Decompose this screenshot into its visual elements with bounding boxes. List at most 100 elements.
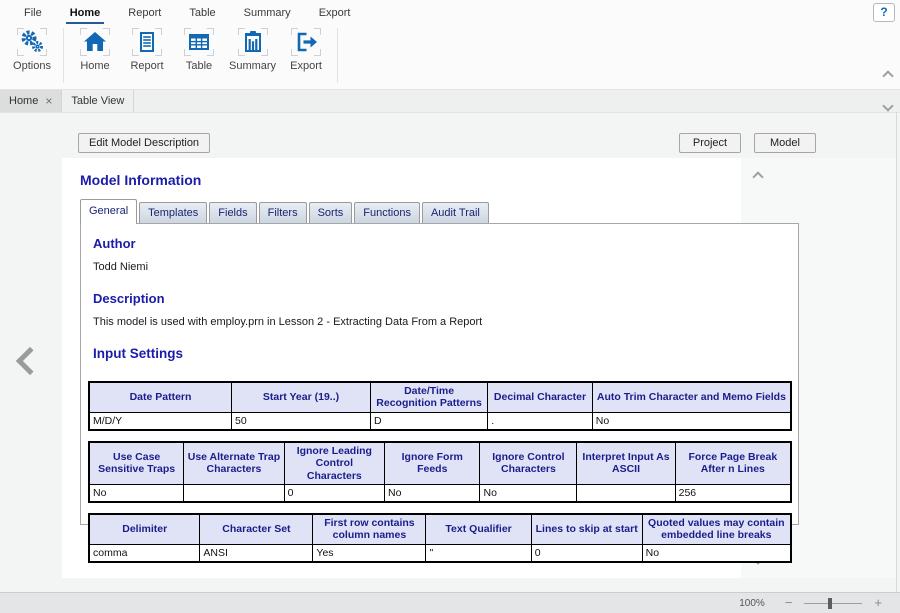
column-header: Start Year (19..) bbox=[232, 382, 371, 412]
value-cell: . bbox=[488, 412, 593, 430]
column-header: Auto Trim Character and Memo Fields bbox=[592, 382, 791, 412]
chevron-up-icon bbox=[882, 70, 893, 81]
model-tab-functions[interactable]: Functions bbox=[354, 202, 420, 223]
document-tab-label: Table View bbox=[71, 95, 124, 107]
home-ribbon-button[interactable]: Home bbox=[69, 28, 121, 72]
value-cell: comma bbox=[89, 544, 200, 562]
table-header-row: DelimiterCharacter SetFirst row contains… bbox=[89, 514, 791, 544]
value-cell: D bbox=[370, 412, 487, 430]
column-header: Use Alternate Trap Characters bbox=[184, 442, 284, 485]
document-tabbar: Home × Table View bbox=[0, 90, 900, 113]
value-cell: 50 bbox=[232, 412, 371, 430]
column-header: Ignore Leading Control Characters bbox=[284, 442, 384, 485]
menu-items: File Home Report Table Summary Export bbox=[10, 3, 364, 24]
summary-ribbon-button[interactable]: Summary bbox=[225, 28, 280, 72]
value-cell bbox=[577, 484, 675, 502]
general-tab-panel: Author Todd Niemi Description This model… bbox=[80, 223, 799, 525]
document-tabs: Home × Table View bbox=[0, 90, 134, 112]
menu-report[interactable]: Report bbox=[124, 3, 165, 24]
ribbon-button-label: Home bbox=[80, 60, 109, 72]
column-header: First row contains column names bbox=[313, 514, 426, 544]
help-button[interactable]: ? bbox=[873, 3, 895, 22]
description-heading: Description bbox=[93, 291, 798, 306]
value-cell bbox=[184, 484, 284, 502]
report-ribbon-button[interactable]: Report bbox=[121, 28, 173, 72]
menu-table[interactable]: Table bbox=[185, 3, 219, 24]
model-tab-audit-trail[interactable]: Audit Trail bbox=[422, 202, 489, 223]
value-cell: No bbox=[385, 484, 480, 502]
column-header: Quoted values may contain embedded line … bbox=[642, 514, 791, 544]
options-ribbon-button[interactable]: Options bbox=[6, 28, 58, 72]
zoom-slider-handle[interactable] bbox=[828, 598, 832, 609]
scroll-up-chevron-icon[interactable] bbox=[752, 171, 763, 182]
column-header: Decimal Character bbox=[488, 382, 593, 412]
summary-clipboard-icon bbox=[238, 28, 268, 56]
model-information-panel: Model Information GeneralTemplatesFields… bbox=[62, 158, 803, 578]
model-tab-fields[interactable]: Fields bbox=[209, 202, 256, 223]
table-header-row: Date PatternStart Year (19..)Date/Time R… bbox=[89, 382, 791, 412]
chevron-down-icon bbox=[882, 100, 893, 111]
input-settings-table-2: Use Case Sensitive TrapsUse Alternate Tr… bbox=[88, 441, 792, 503]
menu-summary[interactable]: Summary bbox=[240, 3, 295, 24]
menu-file[interactable]: File bbox=[20, 3, 46, 24]
value-cell: M/D/Y bbox=[89, 412, 232, 430]
model-tab-general[interactable]: General bbox=[80, 199, 137, 224]
table-value-row: M/D/Y50D.No bbox=[89, 412, 791, 430]
value-cell: No bbox=[642, 544, 791, 562]
menu-home[interactable]: Home bbox=[66, 3, 105, 24]
collapse-ribbon-chevron-icon[interactable] bbox=[884, 67, 892, 85]
zoom-controls: 100% − + bbox=[739, 593, 882, 613]
description-value: This model is used with employ.prn in Le… bbox=[93, 316, 798, 328]
table-value-row: commaANSIYes"0No bbox=[89, 544, 791, 562]
ribbon-button-label: Summary bbox=[229, 60, 276, 72]
column-header: Force Page Break After n Lines bbox=[675, 442, 791, 485]
gears-icon bbox=[17, 28, 47, 56]
menu-export[interactable]: Export bbox=[315, 3, 355, 24]
model-tab-filters[interactable]: Filters bbox=[259, 202, 307, 223]
column-header: Date Pattern bbox=[89, 382, 232, 412]
table-header-row: Use Case Sensitive TrapsUse Alternate Tr… bbox=[89, 442, 791, 485]
right-edge-divider bbox=[896, 112, 897, 592]
application-window: File Home Report Table Summary Export ? Optio… bbox=[0, 0, 900, 613]
value-cell: No bbox=[480, 484, 577, 502]
ribbon-group-separator bbox=[63, 28, 64, 83]
value-cell: ANSI bbox=[200, 544, 313, 562]
ribbon-button-label: Report bbox=[130, 60, 163, 72]
previous-page-arrow[interactable] bbox=[20, 351, 40, 376]
input-settings-heading: Input Settings bbox=[93, 346, 798, 361]
column-header: Use Case Sensitive Traps bbox=[89, 442, 184, 485]
model-tab-sorts[interactable]: Sorts bbox=[309, 202, 353, 223]
zoom-slider[interactable] bbox=[804, 603, 862, 604]
zoom-out-button[interactable]: − bbox=[785, 597, 793, 609]
table-ribbon-button[interactable]: Table bbox=[173, 28, 225, 72]
close-tab-icon[interactable]: × bbox=[45, 96, 52, 106]
edit-model-description-button[interactable]: Edit Model Description bbox=[78, 133, 210, 153]
project-button[interactable]: Project bbox=[679, 133, 741, 153]
export-arrow-icon bbox=[291, 28, 321, 56]
export-ribbon-button[interactable]: Export bbox=[280, 28, 332, 72]
column-header: Text Qualifier bbox=[426, 514, 531, 544]
value-cell: Yes bbox=[313, 544, 426, 562]
home-icon bbox=[80, 28, 110, 56]
ribbon-button-label: Options bbox=[13, 60, 51, 72]
document-tab-label: Home bbox=[9, 95, 38, 107]
value-cell: 0 bbox=[531, 544, 642, 562]
zoom-in-button[interactable]: + bbox=[874, 597, 882, 609]
document-tab-home[interactable]: Home × bbox=[0, 90, 62, 112]
ribbon-group-separator bbox=[337, 28, 338, 83]
zoom-level-label: 100% bbox=[739, 598, 765, 609]
column-header: Ignore Form Feeds bbox=[385, 442, 480, 485]
report-document-icon bbox=[132, 28, 162, 56]
model-button[interactable]: Model bbox=[754, 133, 816, 153]
column-header: Delimiter bbox=[89, 514, 200, 544]
menubar: File Home Report Table Summary Export ? bbox=[0, 0, 900, 24]
input-settings-table-1: Date PatternStart Year (19..)Date/Time R… bbox=[88, 381, 792, 431]
statusbar: 100% − + bbox=[0, 592, 900, 613]
table-value-row: No 0NoNo 256 bbox=[89, 484, 791, 502]
document-tab-table-view[interactable]: Table View bbox=[62, 90, 134, 112]
value-cell: 256 bbox=[675, 484, 791, 502]
model-tab-templates[interactable]: Templates bbox=[139, 202, 207, 223]
input-settings-tables: Date PatternStart Year (19..)Date/Time R… bbox=[88, 381, 792, 563]
author-heading: Author bbox=[93, 236, 798, 251]
ribbon-button-label: Export bbox=[290, 60, 322, 72]
